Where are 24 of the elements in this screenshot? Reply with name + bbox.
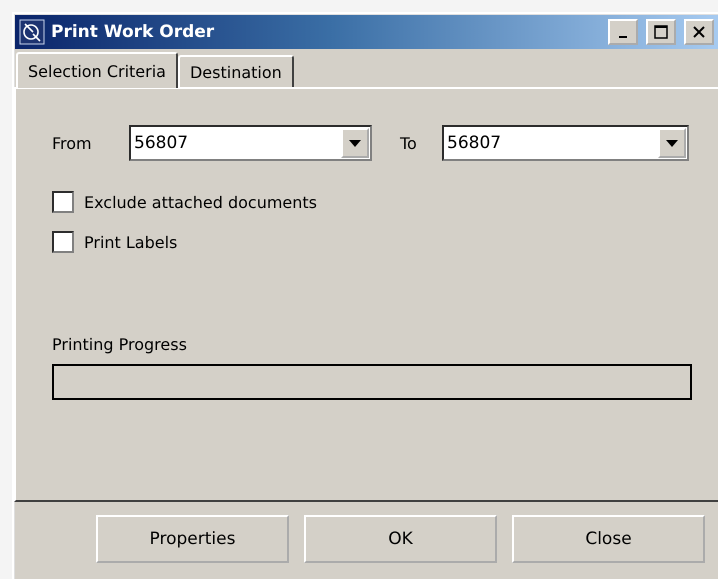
maximize-button[interactable] <box>646 19 676 45</box>
checkbox[interactable] <box>52 231 74 253</box>
checkbox[interactable] <box>52 191 74 213</box>
tab[interactable]: Destination <box>178 55 294 87</box>
combo-box[interactable]: 56807 <box>442 125 689 161</box>
window-title: Print Work Order <box>51 22 216 42</box>
checkbox-label: Print Labels <box>84 232 178 252</box>
dialog-button[interactable]: Close <box>512 515 705 563</box>
minimize-button[interactable] <box>608 19 638 45</box>
dialog-button[interactable]: Properties <box>96 515 289 563</box>
dropdown-arrow-icon <box>349 140 361 146</box>
dialog-button[interactable]: OK <box>304 515 497 563</box>
checkbox-label: Exclude attached documents <box>84 192 318 212</box>
app-icon <box>19 19 45 45</box>
field-label: From <box>52 134 93 152</box>
dropdown-arrow-icon <box>666 140 678 146</box>
combo-box[interactable]: 56807 <box>129 125 372 161</box>
close-icon <box>692 25 706 39</box>
progress-label: Printing Progress <box>52 335 188 354</box>
tab[interactable]: Selection Criteria <box>16 52 178 88</box>
minimize-icon <box>619 36 627 38</box>
field-label: To <box>400 134 418 152</box>
close-button[interactable] <box>684 19 714 45</box>
maximize-icon <box>654 25 668 39</box>
